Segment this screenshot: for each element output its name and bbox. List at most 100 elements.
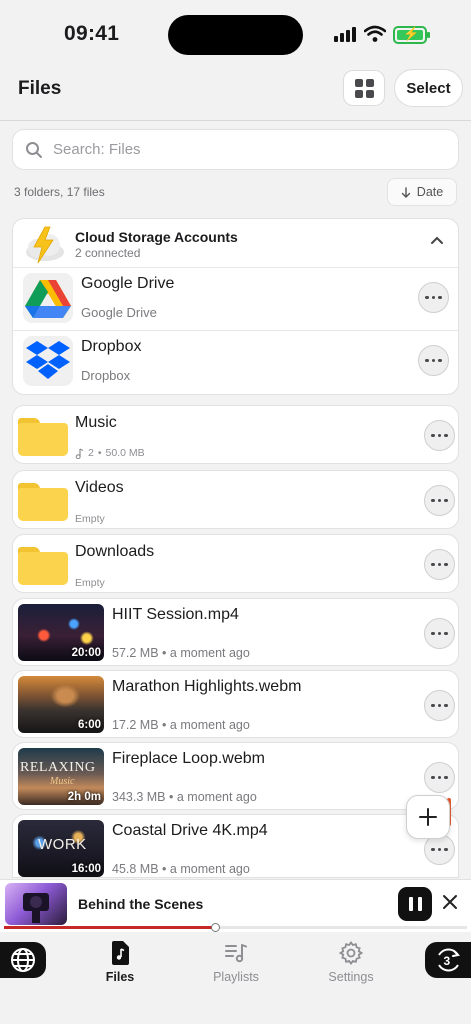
- folder-icon: [18, 418, 68, 456]
- more-options-button[interactable]: [424, 420, 455, 451]
- video-meta: 45.8 MB • a moment ago: [112, 862, 250, 876]
- video-duration: 16:00: [71, 863, 101, 875]
- video-thumbnail: RELAXING Music 2h 0m: [18, 748, 104, 805]
- provider-name: Dropbox: [81, 338, 142, 355]
- google-drive-icon: [23, 273, 73, 323]
- tab-bar: Files Playlists Settings 3: [0, 932, 471, 1024]
- plus-icon: [419, 808, 437, 826]
- speed-button[interactable]: 3: [425, 942, 471, 978]
- note-icon: [75, 447, 84, 459]
- video-row[interactable]: WORK 16:00 Coastal Drive 4K.mp4 45.8 MB …: [12, 814, 459, 878]
- meta-dot: •: [169, 790, 174, 804]
- battery-icon: ⚡: [393, 26, 430, 44]
- more-options-button[interactable]: [424, 762, 455, 793]
- meta-dot: •: [97, 447, 102, 459]
- playlist-icon: [225, 944, 247, 963]
- video-time: a moment ago: [169, 862, 250, 876]
- provider-type: Dropbox: [81, 368, 131, 383]
- folder-meta: Empty: [75, 577, 105, 589]
- chevron-up-icon[interactable]: [430, 235, 444, 245]
- video-size: 343.3 MB: [112, 790, 166, 804]
- item-counts: 3 folders, 17 files: [14, 185, 105, 199]
- folder-name: Videos: [75, 479, 124, 496]
- video-row[interactable]: 6:00 Marathon Highlights.webm 17.2 MB • …: [12, 670, 459, 738]
- close-icon[interactable]: [441, 893, 459, 911]
- mini-player[interactable]: Behind the Scenes: [0, 879, 471, 932]
- divider: [13, 267, 458, 268]
- search-input[interactable]: [53, 130, 443, 169]
- tab-label: Playlists: [213, 970, 259, 984]
- folder-meta: Empty: [75, 513, 105, 525]
- folder-row-videos[interactable]: Videos Empty: [12, 470, 459, 529]
- video-time: a moment ago: [169, 646, 250, 660]
- more-options-button[interactable]: [424, 618, 455, 649]
- status-time: 09:41: [64, 22, 120, 45]
- page-title: Files: [18, 78, 62, 99]
- video-duration: 2h 0m: [67, 791, 101, 803]
- video-row[interactable]: 20:00 HIIT Session.mp4 57.2 MB • a momen…: [12, 598, 459, 666]
- more-options-button[interactable]: [424, 549, 455, 580]
- cloud-card-title: Cloud Storage Accounts: [75, 229, 238, 245]
- gear-icon: [339, 941, 363, 965]
- tab-playlists[interactable]: Playlists: [191, 940, 281, 984]
- more-options-button[interactable]: [418, 282, 449, 313]
- thumbnail-subtext: Music: [50, 776, 75, 787]
- tab-label: Files: [105, 970, 135, 984]
- player-progress-track[interactable]: [4, 923, 467, 932]
- meta-dot: •: [162, 646, 167, 660]
- select-button[interactable]: Select: [394, 69, 463, 107]
- globe-icon: [11, 948, 35, 972]
- video-meta: 17.2 MB • a moment ago: [112, 718, 250, 732]
- speed-3-icon: 3: [438, 948, 461, 972]
- video-duration: 20:00: [71, 647, 101, 659]
- folder-icon: [18, 483, 68, 521]
- folder-name: Downloads: [75, 543, 155, 560]
- grid-view-button[interactable]: [343, 70, 385, 106]
- video-row[interactable]: RELAXING Music 2h 0m Fireplace Loop.webm…: [12, 742, 459, 810]
- tab-settings[interactable]: Settings: [306, 940, 396, 984]
- globe-button[interactable]: [0, 942, 46, 978]
- video-meta: 57.2 MB • a moment ago: [112, 646, 250, 660]
- search-icon: [26, 142, 42, 158]
- video-time: a moment ago: [169, 718, 250, 732]
- player-thumbnail: [5, 883, 67, 925]
- video-meta: 343.3 MB • a moment ago: [112, 790, 257, 804]
- more-options-button[interactable]: [424, 485, 455, 516]
- meta-dot: •: [162, 718, 167, 732]
- dropbox-icon: [23, 336, 73, 386]
- more-options-button[interactable]: [418, 345, 449, 376]
- folder-name: Music: [75, 414, 117, 431]
- player-progress-knob[interactable]: [210, 923, 220, 932]
- video-duration: 6:00: [77, 719, 101, 731]
- provider-type: Google Drive: [81, 305, 157, 320]
- folder-row-music[interactable]: Music 2 • 50.0 MB: [12, 405, 459, 464]
- pause-icon: [408, 897, 413, 911]
- folder-size: 50.0 MB: [105, 447, 145, 459]
- more-options-button[interactable]: [424, 690, 455, 721]
- grid-icon: [354, 78, 374, 98]
- add-button[interactable]: [406, 795, 450, 839]
- thumbnail-text: RELAXING: [20, 760, 96, 775]
- pause-button[interactable]: [398, 887, 432, 921]
- search-bar[interactable]: [12, 129, 459, 170]
- folder-row-downloads[interactable]: Downloads Empty: [12, 534, 459, 593]
- sort-date-button[interactable]: Date: [387, 178, 457, 206]
- video-thumbnail: 6:00: [18, 676, 104, 733]
- folder-icon: [18, 547, 68, 585]
- video-size: 17.2 MB: [112, 718, 159, 732]
- video-thumbnail: 20:00: [18, 604, 104, 661]
- video-size: 45.8 MB: [112, 862, 159, 876]
- tab-label: Settings: [328, 970, 374, 984]
- dynamic-island: [168, 15, 303, 55]
- cloud-lightning-icon: [23, 225, 67, 270]
- player-title: Behind the Scenes: [78, 896, 204, 912]
- video-thumbnail: WORK 16:00: [18, 820, 104, 877]
- video-name: HIIT Session.mp4: [112, 606, 239, 623]
- signal-icon: [334, 27, 356, 42]
- svg-text:3: 3: [444, 954, 451, 968]
- video-name: Marathon Highlights.webm: [112, 678, 302, 695]
- tab-files[interactable]: Files: [75, 940, 165, 984]
- cloud-storage-card: Cloud Storage Accounts 2 connected Googl…: [12, 218, 459, 395]
- provider-name: Google Drive: [81, 275, 175, 292]
- meta-dot: •: [162, 862, 167, 876]
